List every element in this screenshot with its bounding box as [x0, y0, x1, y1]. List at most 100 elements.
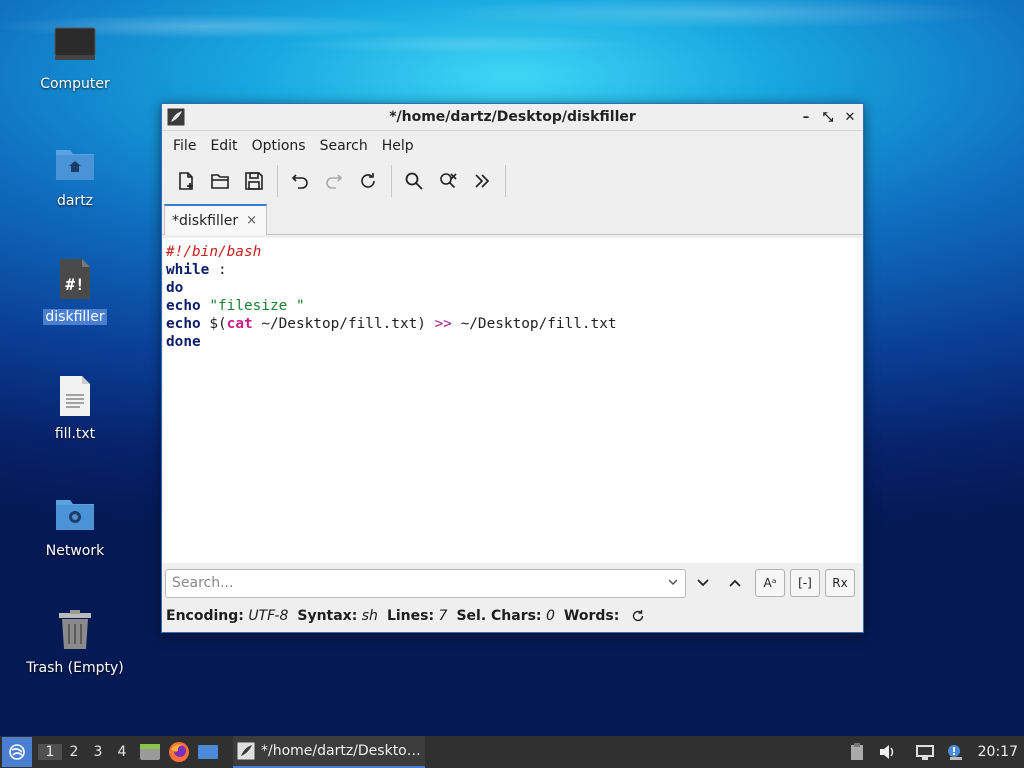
folder-open-icon [211, 174, 229, 189]
maximize-button[interactable]: ⤡ [819, 108, 837, 126]
menu-help[interactable]: Help [375, 138, 421, 154]
lubuntu-logo-icon [9, 744, 25, 760]
menu-options[interactable]: Options [245, 138, 313, 154]
refresh-words-icon[interactable] [631, 609, 645, 623]
tab-close-icon[interactable]: × [246, 213, 257, 228]
undo-icon [291, 174, 308, 189]
code-line-3: do [166, 280, 184, 296]
find-replace-icon [440, 173, 457, 189]
save-button[interactable] [238, 165, 270, 197]
replace-button[interactable] [432, 165, 464, 197]
chevron-down-icon[interactable] [667, 576, 679, 592]
lines-label: Lines: [386, 608, 435, 624]
desktop-icon-diskfiller[interactable]: #! diskfiller [20, 255, 130, 325]
tab-bar: *diskfiller × [162, 201, 863, 235]
workspace-3[interactable]: 3 [86, 744, 110, 760]
redo-button[interactable] [318, 165, 350, 197]
reload-icon [361, 173, 375, 188]
regex-button[interactable]: Rx [825, 569, 855, 597]
new-file-icon [179, 172, 193, 190]
menu-search[interactable]: Search [313, 138, 375, 154]
network-tray-button[interactable] [912, 739, 938, 765]
encoding-label: Encoding: [166, 608, 244, 624]
workspace-1[interactable]: 1 [38, 744, 62, 760]
code-editor[interactable]: #!/bin/bash while : do echo "filesize " … [163, 238, 862, 563]
new-file-button[interactable] [170, 165, 202, 197]
network-folder-icon [51, 489, 99, 537]
desktop-launcher[interactable] [195, 739, 221, 765]
find-button[interactable] [398, 165, 430, 197]
desktop-icon-label: Trash (Empty) [26, 660, 124, 676]
words-label: Words: [563, 608, 620, 624]
chevron-up-icon [729, 579, 741, 587]
toolbar-separator [505, 165, 506, 197]
search-placeholder: Search... [172, 575, 234, 591]
syntax-value: sh [361, 608, 378, 624]
window-title: */home/dartz/Desktop/diskfiller [389, 109, 636, 125]
reload-button[interactable] [352, 165, 384, 197]
desktop-icon-dartz[interactable]: dartz [20, 139, 130, 209]
taskbar: 1 2 3 4 */home/dartz/Deskto… 20:17 [0, 736, 1024, 768]
update-notifier-button[interactable] [942, 739, 968, 765]
svg-text:#!: #! [65, 275, 84, 294]
whole-word-button[interactable]: [-] [790, 569, 820, 597]
sel-chars-value: 0 [545, 608, 555, 624]
encoding-value: UTF-8 [248, 608, 289, 624]
workspace-4[interactable]: 4 [110, 744, 134, 760]
home-folder-icon [51, 139, 99, 187]
volume-tray-button[interactable] [874, 739, 900, 765]
tab-diskfiller[interactable]: *diskfiller × [164, 204, 267, 235]
featherpad-app-icon [167, 108, 185, 126]
text-file-icon [51, 372, 99, 420]
tab-label: *diskfiller [172, 212, 239, 229]
search-icon [405, 172, 423, 190]
sel-chars-label: Sel. Chars: [456, 608, 542, 624]
desktop-icon-label: fill.txt [54, 426, 96, 442]
taskbar-window-button[interactable]: */home/dartz/Deskto… [233, 736, 425, 768]
update-notification-icon [947, 745, 962, 760]
system-tray: 20:17 [840, 739, 1024, 765]
trash-icon [51, 606, 99, 654]
volume-icon [879, 745, 893, 759]
desktop-icon-fill-txt[interactable]: fill.txt [20, 372, 130, 442]
undo-button[interactable] [284, 165, 316, 197]
desktop-icon-label: diskfiller [43, 309, 107, 325]
code-line-1: #!/bin/bash [166, 244, 262, 260]
desktop-icon-label: dartz [56, 193, 94, 209]
chevron-down-icon [697, 579, 709, 587]
more-button[interactable] [466, 165, 498, 197]
toolbar-separator [277, 165, 278, 197]
title-bar[interactable]: */home/dartz/Desktop/diskfiller – ⤡ ✕ [162, 104, 863, 131]
firefox-launcher[interactable] [166, 739, 192, 765]
close-button[interactable]: ✕ [841, 108, 859, 126]
match-case-button[interactable]: Aᵃ [755, 569, 785, 597]
start-menu-button[interactable] [2, 737, 32, 767]
desktop-icon-network[interactable]: Network [20, 489, 130, 559]
script-file-icon: #! [51, 255, 99, 303]
minimize-button[interactable]: – [797, 108, 815, 126]
file-manager-icon [140, 744, 160, 760]
computer-icon [51, 22, 99, 70]
find-next-button[interactable] [688, 569, 718, 598]
desktop-icon-label: Network [45, 543, 105, 559]
network-wired-icon [915, 745, 934, 760]
clock[interactable]: 20:17 [978, 744, 1018, 760]
redo-icon [326, 174, 343, 189]
menu-edit[interactable]: Edit [203, 138, 244, 154]
file-manager-launcher[interactable] [137, 739, 163, 765]
desktop-icon-computer[interactable]: Computer [20, 22, 130, 92]
menu-file[interactable]: File [166, 138, 203, 154]
workspace-2[interactable]: 2 [62, 744, 86, 760]
clipboard-tray-button[interactable] [844, 739, 870, 765]
toolbar [162, 161, 863, 201]
code-line-2: while [166, 262, 210, 278]
find-previous-button[interactable] [720, 569, 750, 598]
open-button[interactable] [204, 165, 236, 197]
clipboard-icon [850, 743, 863, 760]
menu-bar: File Edit Options Search Help [162, 131, 863, 161]
search-input[interactable]: Search... [165, 568, 686, 598]
lines-value: 7 [438, 608, 448, 624]
desktop-icon-trash[interactable]: Trash (Empty) [20, 606, 130, 676]
toolbar-separator [391, 165, 392, 197]
save-icon [245, 172, 263, 190]
